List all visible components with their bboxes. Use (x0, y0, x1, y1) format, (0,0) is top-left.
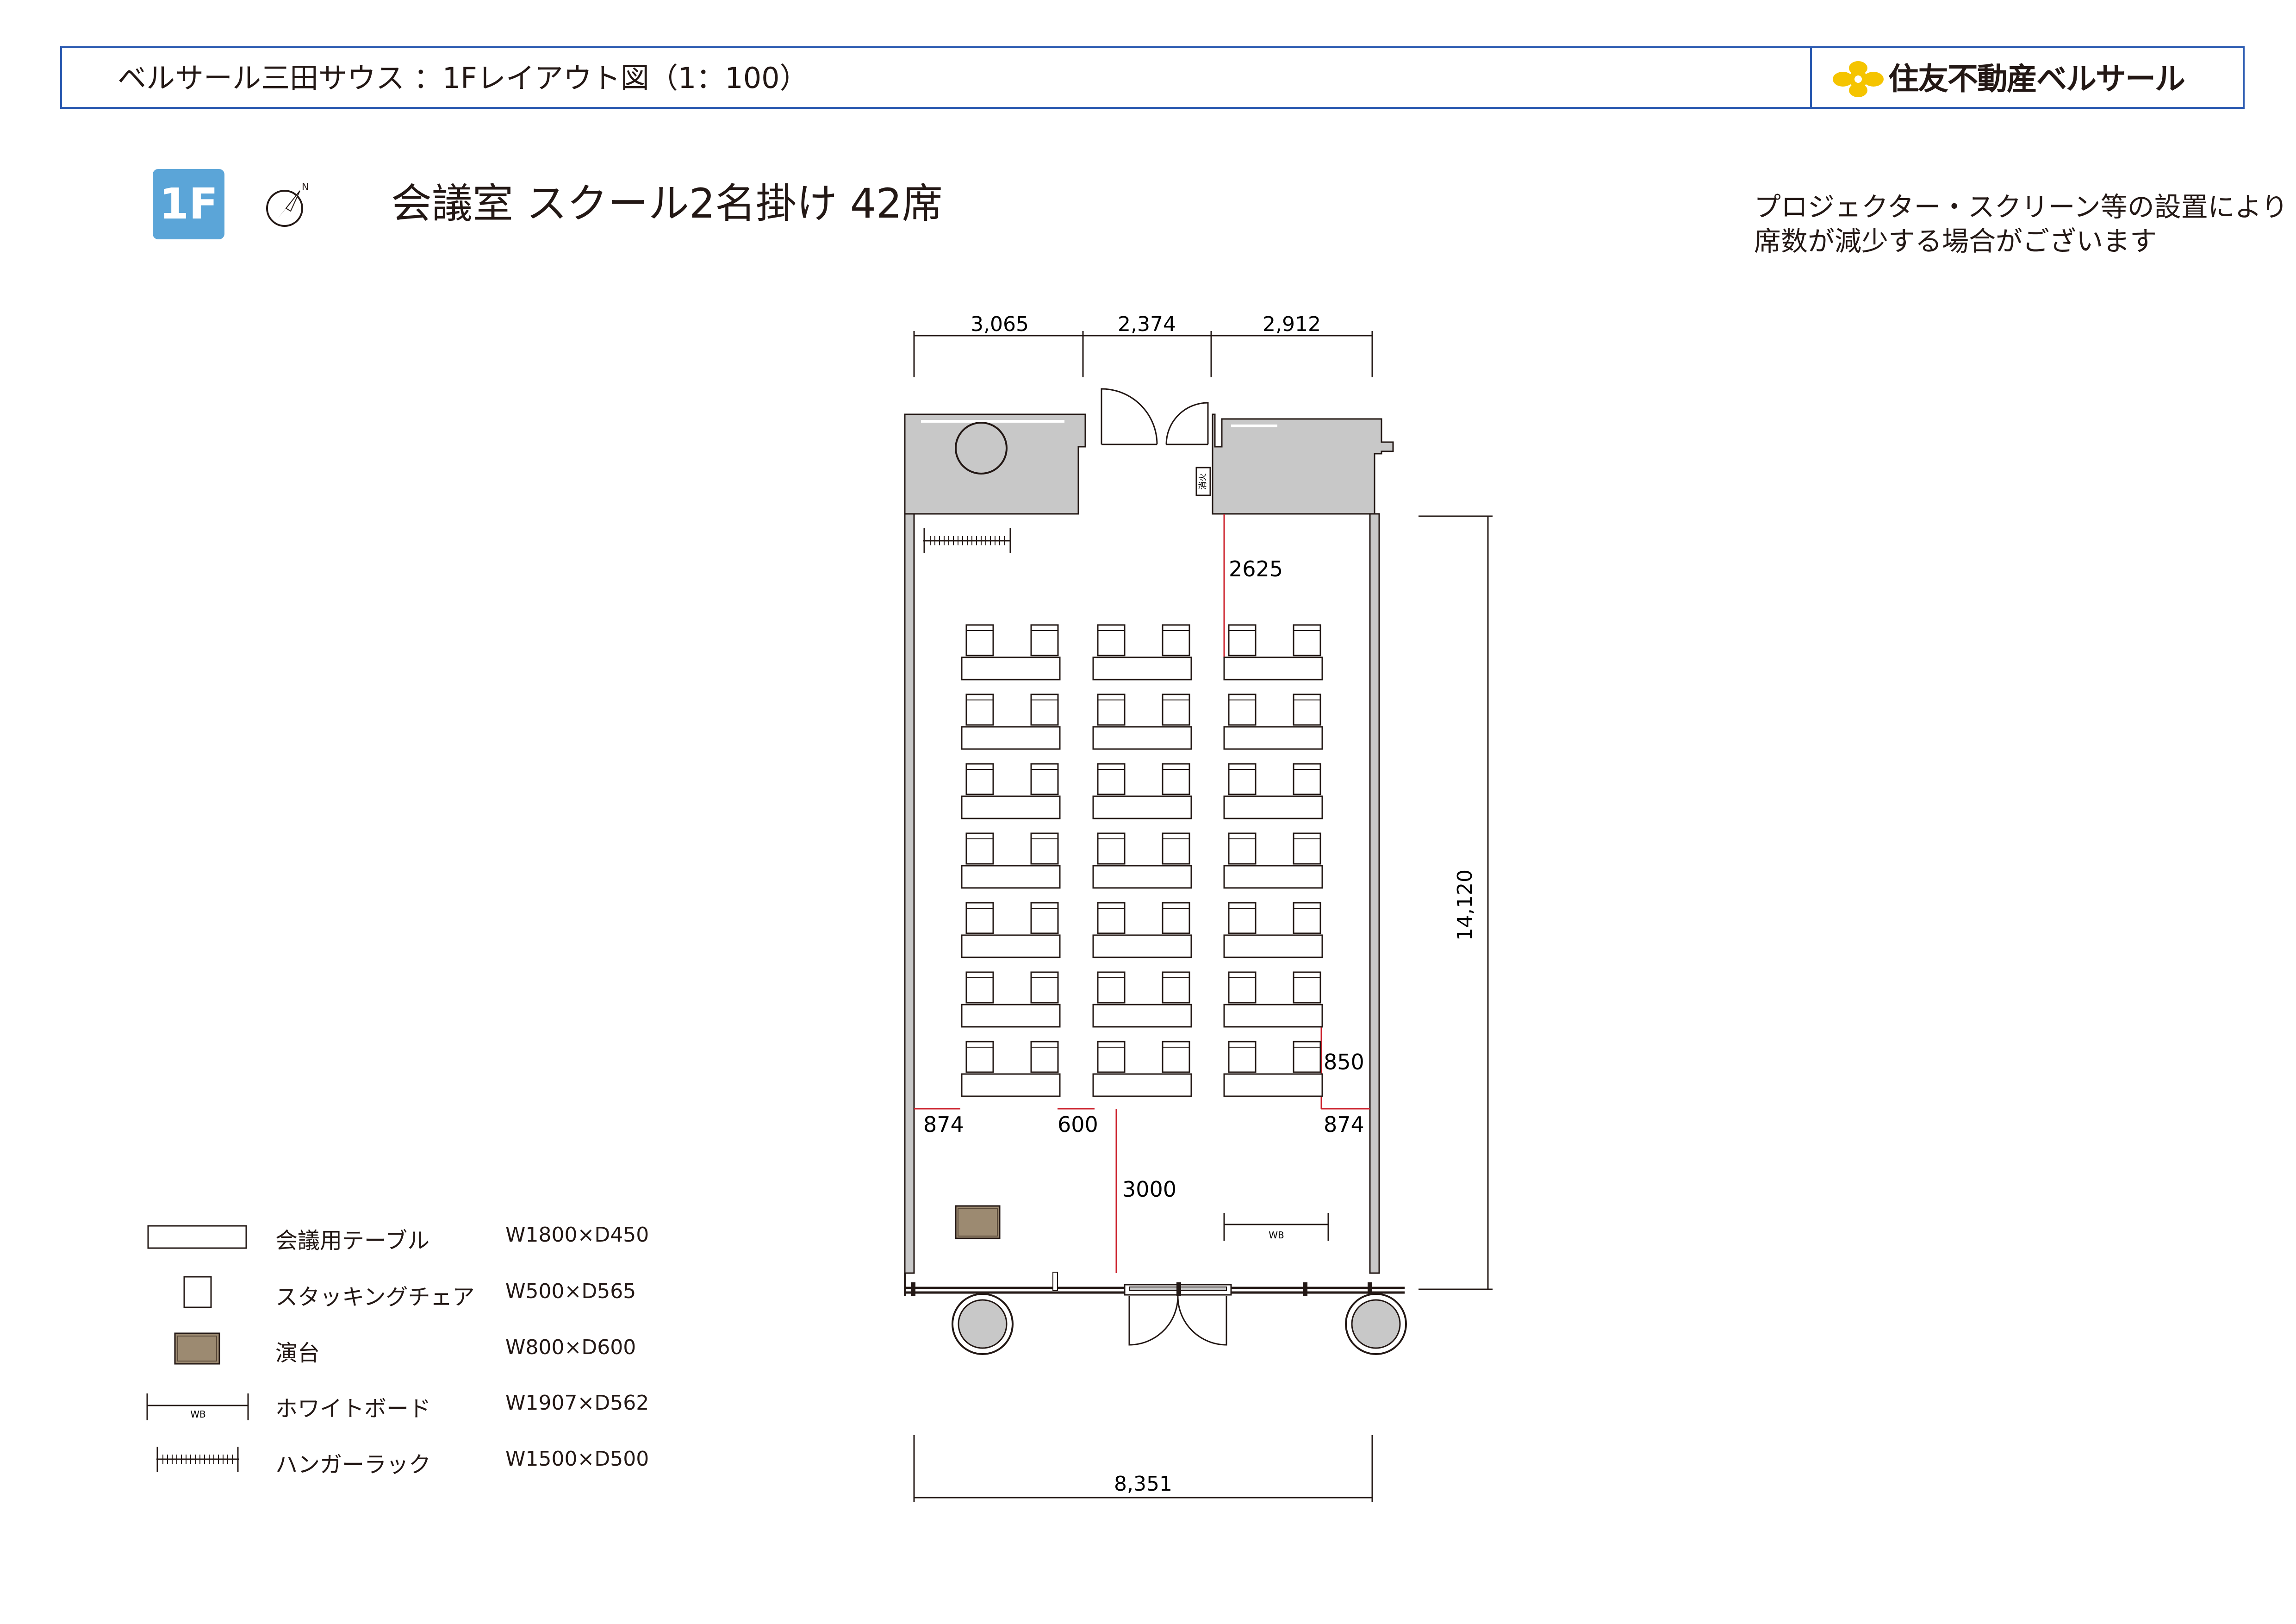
table-icon (147, 1225, 247, 1249)
legend-label-hanger-rack: ハンガーラック (275, 1452, 431, 1478)
legend-label-podium: 演台 (275, 1340, 320, 1366)
legend-icons: WB (146, 1225, 249, 1472)
legend-spec-podium: W800×D600 (505, 1336, 636, 1359)
podium-icon (174, 1332, 220, 1365)
legend-label-table: 会議用テーブル (275, 1228, 430, 1254)
chair-icon (183, 1276, 212, 1308)
whiteboard-label: WB (190, 1409, 206, 1420)
legend-spec-table: W1800×D450 (505, 1223, 649, 1247)
legend-spec-hanger-rack: W1500×D500 (505, 1447, 649, 1471)
legend-spec-chair: W500×D565 (505, 1280, 636, 1303)
legend-label-whiteboard: ホワイトボード (275, 1396, 431, 1422)
legend-label-chair: スタッキングチェア (275, 1284, 475, 1310)
hanger-rack-icon (156, 1447, 239, 1472)
legend-spec-whiteboard: W1907×D562 (505, 1391, 649, 1415)
